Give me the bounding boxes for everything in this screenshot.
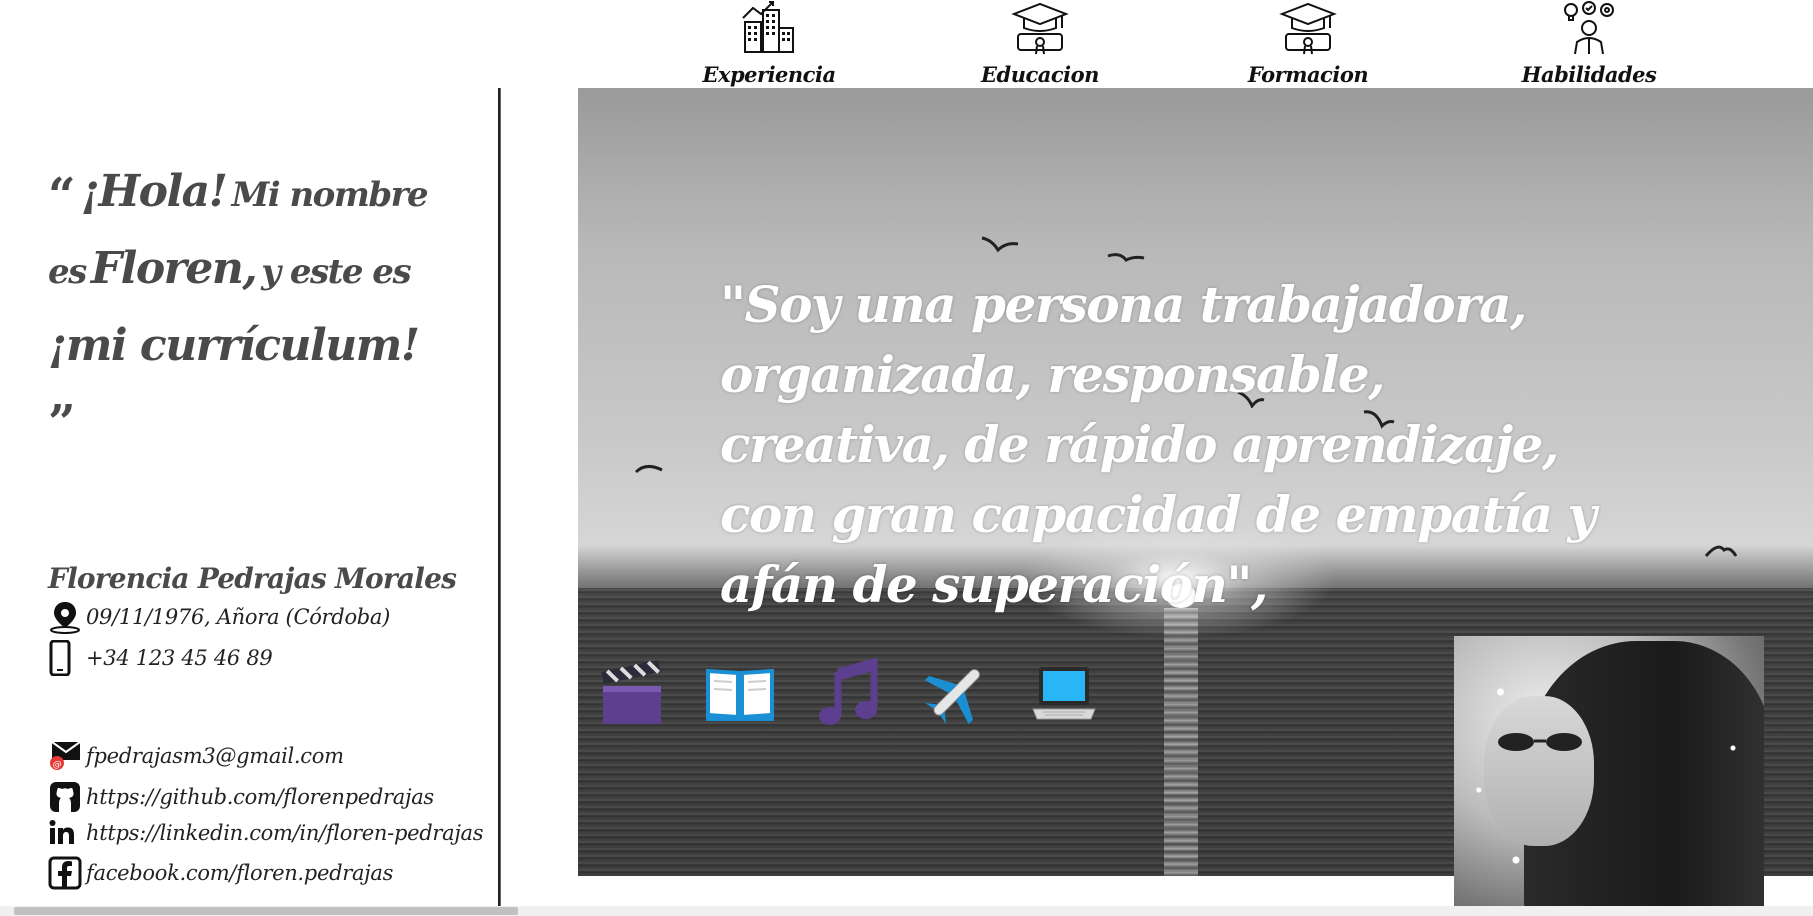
bird-icon [634, 465, 663, 474]
hero-quote: "Soy una persona trabajadora, organizada… [720, 275, 1597, 614]
sun-reflection [1164, 608, 1198, 876]
nav-label-experiencia[interactable]: Experiencia [689, 62, 849, 87]
facebook-icon [48, 856, 86, 890]
birth-info: 09/11/1976, Añora (Córdoba) [48, 600, 390, 634]
laptop-icon [1032, 667, 1096, 720]
top-navigation: Experiencia Educacion Formacion Habilida… [0, 0, 1813, 88]
birth-text: 09/11/1976, Añora (Córdoba) [86, 605, 391, 629]
email-link[interactable]: fpedrajasm3@gmail.com [86, 744, 344, 768]
graduation-cap-icon [1011, 2, 1069, 55]
music-note-icon [819, 658, 878, 725]
hobby-travel[interactable] [902, 648, 1010, 738]
nav-item-formacion[interactable]: Formacion [1228, 0, 1388, 87]
open-quote-mark: “ [48, 168, 76, 224]
nav-label-educacion[interactable]: Educacion [960, 62, 1120, 87]
hobby-computing[interactable] [1010, 648, 1118, 738]
facebook-link[interactable]: facebook.com/floren.pedrajas [86, 861, 393, 885]
buildings-icon [742, 1, 794, 53]
bird-icon [1704, 545, 1738, 557]
greeting-curriculum: ¡mi currículum! [48, 320, 420, 371]
phone-text: +34 123 45 46 89 [86, 646, 273, 670]
nav-item-experiencia[interactable]: Experiencia [689, 0, 849, 87]
horizontal-scrollbar[interactable] [0, 906, 1813, 916]
github-info[interactable]: https://github.com/florenpedrajas [48, 780, 434, 814]
phone-icon [48, 640, 86, 676]
svg-text:@: @ [53, 760, 62, 770]
linkedin-icon [48, 818, 86, 848]
greeting-hola: ¡Hola! [80, 166, 228, 217]
nav-item-educacion[interactable]: Educacion [960, 0, 1120, 87]
email-icon: @ [48, 740, 86, 772]
graduation-cap-icon [1279, 2, 1337, 55]
sidebar-divider [498, 88, 501, 910]
nav-label-habilidades[interactable]: Habilidades [1509, 62, 1669, 87]
scrollbar-thumb[interactable] [14, 907, 518, 915]
hobby-reading[interactable] [686, 648, 794, 738]
person-ideas-icon [1564, 1, 1614, 55]
bird-icon [1107, 253, 1145, 262]
greeting-name: Floren, [90, 243, 258, 294]
github-link[interactable]: https://github.com/florenpedrajas [86, 785, 434, 809]
bird-icon [981, 236, 1019, 253]
profile-photo [1454, 636, 1764, 916]
hobbies-row [578, 648, 1118, 738]
airplane-icon [924, 669, 980, 725]
linkedin-link[interactable]: https://linkedin.com/in/floren-pedrajas [86, 821, 484, 845]
location-pin-icon [48, 600, 86, 634]
facebook-info[interactable]: facebook.com/floren.pedrajas [48, 856, 393, 890]
github-icon [48, 780, 86, 814]
close-quote-mark: ” [48, 395, 76, 451]
nav-item-habilidades[interactable]: Habilidades [1509, 0, 1669, 87]
clapperboard-icon [601, 660, 661, 724]
greeting-quote: “ ¡Hola! Mi nombre es Floren, y este es … [48, 158, 448, 462]
open-book-icon [706, 668, 774, 721]
phone-info: +34 123 45 46 89 [48, 640, 273, 676]
linkedin-info[interactable]: https://linkedin.com/in/floren-pedrajas [48, 818, 484, 848]
greeting-este-es: y este es [261, 252, 411, 292]
full-name: Florencia Pedrajas Morales [48, 562, 457, 595]
hobby-cinema[interactable] [578, 648, 686, 738]
nav-label-formacion[interactable]: Formacion [1228, 62, 1388, 87]
hobby-music[interactable] [794, 648, 902, 738]
email-info[interactable]: @ fpedrajasm3@gmail.com [48, 740, 344, 772]
